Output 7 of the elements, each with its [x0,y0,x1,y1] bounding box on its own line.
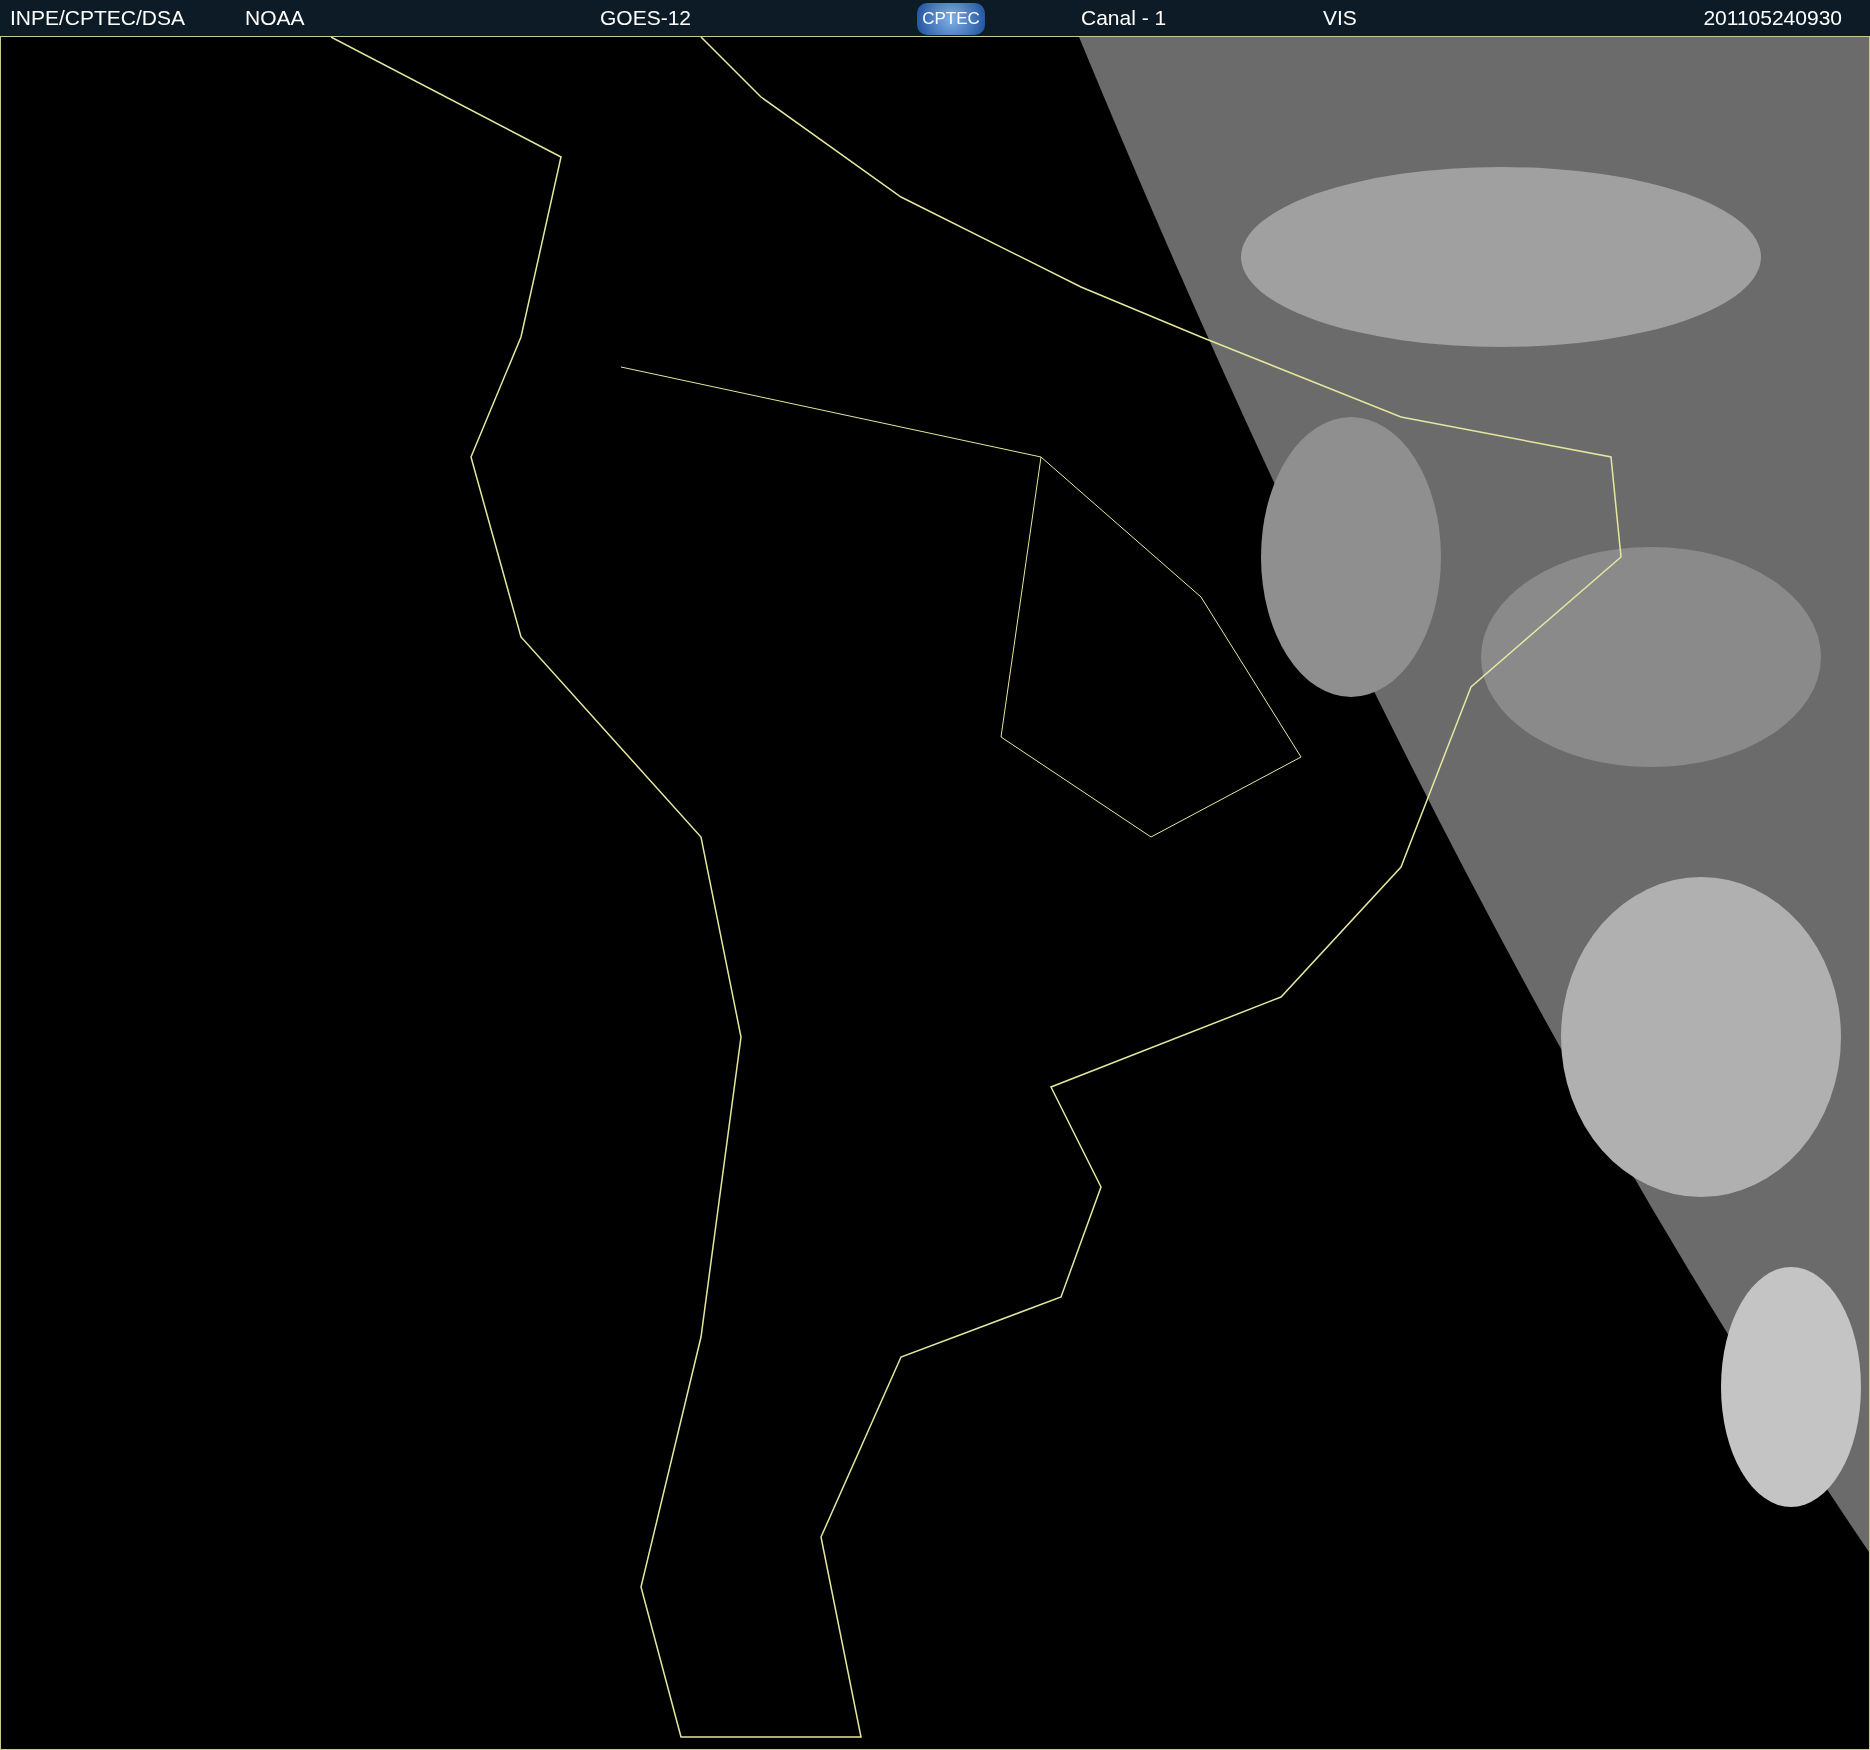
band-label: VIS [1323,6,1357,30]
source-label: INPE/CPTEC/DSA [10,6,186,30]
channel-label: Canal - 1 [1081,6,1167,30]
logo: CPTEC [917,3,985,35]
satellite-label: GOES-12 [600,6,692,30]
agency-label: NOAA [245,6,305,30]
timestamp-label: 201105240930 [1703,5,1842,32]
